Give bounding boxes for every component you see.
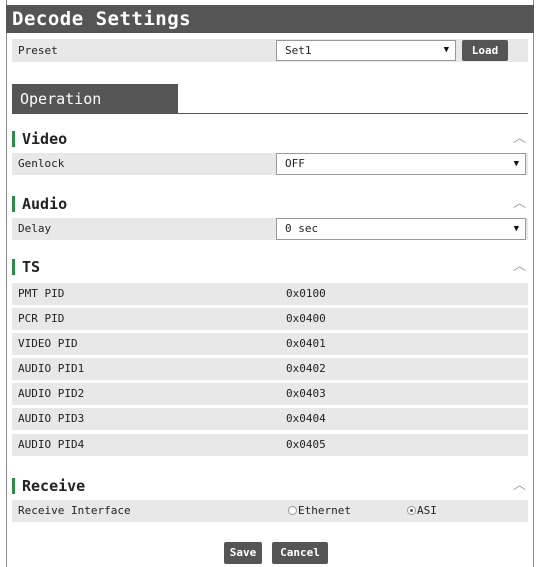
section-video-header[interactable]: Video ︿	[12, 129, 528, 149]
pid-label: PCR PID	[18, 312, 65, 325]
triangle-down-icon: ▼	[443, 45, 449, 55]
table-row: PMT PID 0x0100	[12, 283, 528, 305]
pid-label: AUDIO PID3	[18, 412, 85, 425]
tab-operation-settings[interactable]: Operation Settings	[12, 84, 178, 138]
pid-label: AUDIO PID1	[18, 362, 85, 375]
section-video-title: Video	[22, 130, 68, 148]
receive-interface-label: Receive Interface	[18, 504, 131, 517]
triangle-down-icon: ▼	[513, 224, 519, 234]
pid-value: 0x0400	[286, 312, 326, 325]
section-accent-bar	[12, 131, 15, 147]
section-accent-bar	[12, 196, 15, 212]
table-row: VIDEO PID 0x0401	[12, 333, 528, 355]
chevron-up-icon[interactable]: ︿	[513, 194, 526, 214]
table-row: AUDIO PID4 0x0405	[12, 434, 528, 456]
radio-asi[interactable]: ASI	[407, 500, 437, 522]
radio-asi-label: ASI	[417, 504, 437, 517]
receive-interface-row: Receive Interface Ethernet ASI	[12, 500, 528, 522]
section-ts-title: TS	[22, 258, 41, 276]
genlock-value: OFF	[285, 157, 305, 170]
tab-underline	[12, 113, 528, 114]
pid-value: 0x0405	[286, 438, 326, 451]
pid-value: 0x0402	[286, 362, 326, 375]
section-ts-header[interactable]: TS ︿	[12, 257, 528, 277]
pid-value: 0x0401	[286, 337, 326, 350]
pid-label: PMT PID	[18, 287, 65, 300]
section-audio-title: Audio	[22, 195, 68, 213]
section-audio-header[interactable]: Audio ︿	[12, 194, 528, 214]
preset-label: Preset	[18, 44, 58, 57]
table-row: AUDIO PID2 0x0403	[12, 383, 528, 405]
preset-select[interactable]: Set1 ▼	[276, 40, 456, 61]
delay-value: 0 sec	[285, 222, 319, 235]
section-receive-title: Receive	[22, 477, 86, 495]
table-row: PCR PID 0x0400	[12, 308, 528, 330]
table-row: AUDIO PID1 0x0402	[12, 358, 528, 380]
radio-ethernet-label: Ethernet	[298, 504, 351, 517]
table-row: AUDIO PID3 0x0404	[12, 408, 528, 430]
triangle-down-icon: ▼	[513, 159, 519, 169]
load-button[interactable]: Load	[462, 40, 508, 61]
pid-value: 0x0100	[286, 287, 326, 300]
radio-selected-icon[interactable]	[407, 506, 416, 515]
section-receive-header[interactable]: Receive ︿	[12, 476, 528, 496]
chevron-up-icon[interactable]: ︿	[513, 476, 526, 496]
pid-label: AUDIO PID4	[18, 438, 85, 451]
delay-select[interactable]: 0 sec ▼	[276, 218, 526, 240]
delay-label: Delay	[18, 222, 52, 235]
genlock-label: Genlock	[18, 157, 65, 170]
chevron-up-icon[interactable]: ︿	[513, 129, 526, 149]
pid-label: AUDIO PID2	[18, 387, 85, 400]
save-button[interactable]: Save	[224, 542, 262, 564]
pid-label: VIDEO PID	[18, 337, 78, 350]
page-title: Decode Settings	[6, 5, 534, 33]
genlock-select[interactable]: OFF ▼	[276, 153, 526, 175]
section-accent-bar	[12, 259, 15, 275]
radio-ethernet[interactable]: Ethernet	[288, 500, 351, 522]
preset-value: Set1	[285, 44, 312, 57]
pid-value: 0x0403	[286, 387, 326, 400]
radio-circle-icon[interactable]	[288, 506, 297, 515]
chevron-up-icon[interactable]: ︿	[513, 257, 526, 277]
cancel-button[interactable]: Cancel	[272, 542, 328, 564]
pid-value: 0x0404	[286, 412, 326, 425]
section-accent-bar	[12, 478, 15, 494]
